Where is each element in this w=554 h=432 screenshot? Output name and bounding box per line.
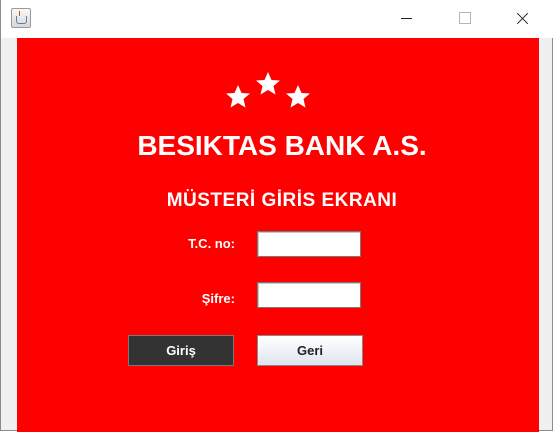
minimize-button[interactable] bbox=[383, 0, 429, 38]
tc-no-label: T.C. no: bbox=[188, 236, 235, 251]
tc-no-input[interactable] bbox=[257, 231, 361, 257]
screen-subtitle: MÜSTERİ GİRİS EKRANI bbox=[166, 190, 398, 211]
close-button[interactable] bbox=[499, 0, 545, 38]
title-bar bbox=[1, 0, 554, 38]
back-button[interactable]: Geri bbox=[257, 335, 363, 366]
bank-title: BESIKTAS BANK A.S. bbox=[137, 130, 427, 161]
login-button[interactable]: Giriş bbox=[128, 335, 234, 366]
java-app-icon bbox=[11, 8, 31, 28]
password-label: Şifre: bbox=[201, 291, 235, 306]
app-window: BESIKTAS BANK A.S. MÜSTERİ GİRİS EKRANI … bbox=[0, 0, 554, 432]
password-input[interactable] bbox=[257, 282, 361, 308]
three-stars-icon bbox=[226, 72, 310, 108]
login-panel: BESIKTAS BANK A.S. MÜSTERİ GİRİS EKRANI … bbox=[17, 38, 539, 432]
maximize-button[interactable] bbox=[441, 0, 487, 38]
